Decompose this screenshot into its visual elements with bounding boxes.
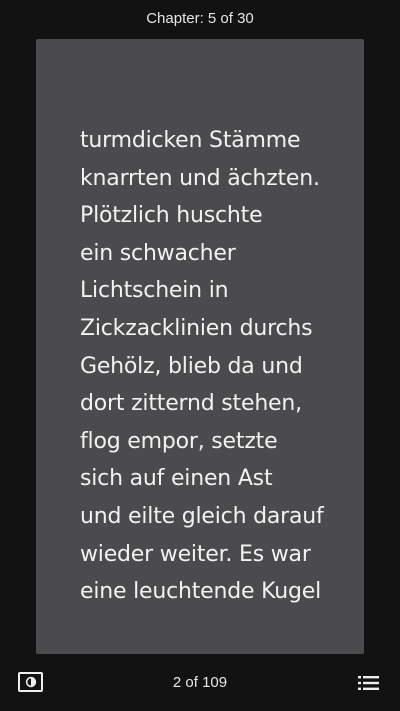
text-line: eine leuchtende Kugel — [80, 579, 322, 605]
page-counter: 2 of 109 — [172, 674, 228, 691]
text-line: wieder weiter. Es war — [80, 541, 311, 567]
reader-footer: 2 of 109 — [0, 664, 400, 704]
page-text: turmdicken Stämme knarrten und ächzten. … — [80, 122, 360, 611]
text-line: und eilte gleich darauf — [80, 503, 324, 529]
text-line: Lichtschein in — [80, 278, 229, 304]
list-menu-icon — [358, 676, 379, 690]
chapter-indicator: Chapter: 5 of 30 — [146, 10, 254, 27]
reading-page[interactable]: turmdicken Stämme knarrten und ächzten. … — [36, 39, 364, 654]
text-line: dort zitternd stehen, — [80, 391, 302, 417]
text-line: Zickzacklinien durchs — [80, 315, 313, 341]
text-line: Plötzlich huschte — [80, 203, 263, 229]
table-of-contents-button[interactable] — [358, 675, 380, 691]
text-line: ein schwacher — [80, 240, 236, 266]
text-line: Gehölz, blieb da und — [80, 353, 303, 379]
text-line: flog empor, setzte — [80, 428, 278, 454]
text-line: turmdicken Stämme — [80, 128, 301, 153]
text-line: knarrten und ächzten. — [80, 165, 320, 191]
text-line: sich auf einen Ast — [80, 466, 273, 492]
